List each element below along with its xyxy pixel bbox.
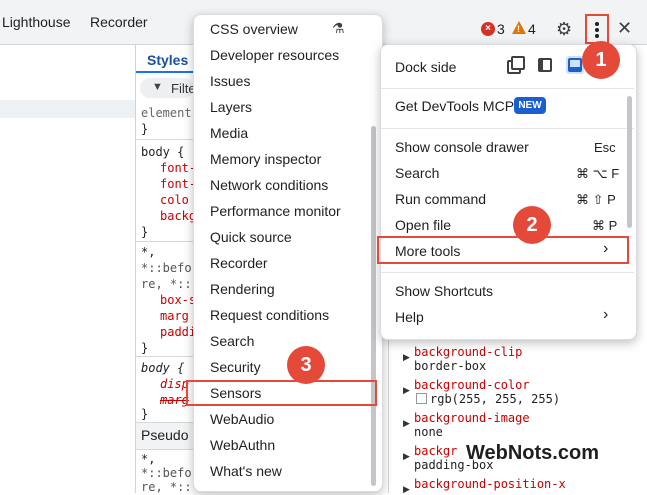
expand-triangle-icon[interactable]: ▶ xyxy=(403,418,410,429)
more-tools-highlight-box xyxy=(377,236,629,264)
sensors-highlight-box xyxy=(186,380,377,406)
filter-placeholder: Filte xyxy=(171,81,196,96)
style-line: *, xyxy=(141,245,156,259)
computed-prop-value: border-box xyxy=(414,359,487,373)
style-line: } xyxy=(141,122,149,136)
computed-prop-value: none xyxy=(414,425,443,439)
submenu-item-performance-monitor[interactable]: Performance monitor xyxy=(210,203,341,219)
expand-triangle-icon[interactable]: ▶ xyxy=(403,484,410,495)
submenu-item-whats-new[interactable]: What's new xyxy=(210,463,282,479)
step-callout-2: 2 xyxy=(513,206,551,244)
menu-item-search[interactable]: Search xyxy=(395,165,439,181)
submenu-item-issues[interactable]: Issues xyxy=(210,73,250,89)
submenu-item-network-conditions[interactable]: Network conditions xyxy=(210,177,328,193)
style-line: font- xyxy=(160,177,197,191)
tab-lighthouse[interactable]: Lighthouse xyxy=(2,14,71,30)
site-watermark: WebNots.com xyxy=(466,442,599,464)
kebab-dot xyxy=(595,28,599,32)
menu-item-help[interactable]: Help xyxy=(395,309,424,325)
style-line: } xyxy=(141,225,149,239)
close-icon[interactable]: ✕ xyxy=(617,18,632,39)
computed-prop-value: rgb(255, 255, 255) xyxy=(430,392,561,406)
style-line: marg xyxy=(160,309,189,323)
submenu-item-webauthn[interactable]: WebAuthn xyxy=(210,437,275,453)
submenu-scrollbar[interactable] xyxy=(371,126,376,486)
rule-divider xyxy=(136,241,194,242)
menu-shortcut: ⌘ ⇧ P xyxy=(576,192,616,207)
new-badge: NEW xyxy=(514,97,546,114)
submenu-item-css-overview[interactable]: CSS overview xyxy=(210,21,298,37)
menu-separator xyxy=(381,128,634,129)
filter-icon: ▼ xyxy=(152,81,163,93)
kebab-dot xyxy=(595,22,599,26)
error-count[interactable]: 3 xyxy=(497,21,505,37)
expand-triangle-icon[interactable]: ▶ xyxy=(403,352,410,363)
style-line: colo xyxy=(160,193,189,207)
pseudo-label: Pseudo xyxy=(141,427,189,443)
submenu-item-layers[interactable]: Layers xyxy=(210,99,252,115)
style-line: element xyxy=(141,106,192,120)
submenu-item-webaudio[interactable]: WebAudio xyxy=(210,411,274,427)
submenu-item-recorder[interactable]: Recorder xyxy=(210,255,268,271)
menu-shortcut: ⌘ P xyxy=(592,218,618,233)
menu-item-run-command[interactable]: Run command xyxy=(395,191,486,207)
rule-divider xyxy=(136,139,194,140)
style-line: } xyxy=(141,341,149,355)
rule-divider xyxy=(136,356,194,357)
error-circle-icon[interactable]: × xyxy=(481,22,495,36)
color-swatch[interactable] xyxy=(416,393,427,404)
style-line: re, *:: xyxy=(141,277,192,291)
style-line: backg xyxy=(160,209,197,223)
submenu-item-media[interactable]: Media xyxy=(210,125,248,141)
submenu-item-memory-inspector[interactable]: Memory inspector xyxy=(210,151,321,167)
style-line: marg xyxy=(160,393,189,407)
menu-shortcut: ⌘ ⌥ F xyxy=(576,166,620,181)
style-line: font- xyxy=(160,161,197,175)
style-line: *::befo xyxy=(141,261,192,275)
chevron-right-icon: › xyxy=(603,306,609,323)
styles-tab-label: Styles xyxy=(147,52,189,68)
style-line: disp xyxy=(160,377,189,391)
menu-scrollbar[interactable] xyxy=(627,96,632,228)
get-devtools-mcp-item[interactable]: Get DevTools MCP xyxy=(395,98,514,114)
expand-triangle-icon[interactable]: ▶ xyxy=(403,385,410,396)
submenu-item-rendering[interactable]: Rendering xyxy=(210,281,275,297)
style-line: } xyxy=(141,407,149,421)
style-line: box-s xyxy=(160,293,197,307)
flask-icon: ⚗ xyxy=(332,20,345,36)
menu-item-open-file[interactable]: Open file xyxy=(395,217,451,233)
dock-left-icon[interactable] xyxy=(538,58,552,72)
style-line: body { xyxy=(141,361,185,375)
submenu-item-security[interactable]: Security xyxy=(210,359,261,375)
computed-prop-name: background-position-x xyxy=(414,477,566,491)
warning-count[interactable]: 4 xyxy=(528,21,536,37)
style-line: paddi xyxy=(160,325,197,339)
menu-separator xyxy=(381,88,634,89)
step-callout-3: 3 xyxy=(287,346,325,384)
menu-item-show-console-drawer[interactable]: Show console drawer xyxy=(395,139,529,155)
selected-node-row[interactable] xyxy=(0,100,135,118)
dock-undock-icon-back xyxy=(511,56,525,70)
submenu-item-request-conditions[interactable]: Request conditions xyxy=(210,307,329,323)
menu-item-show-shortcuts[interactable]: Show Shortcuts xyxy=(395,283,493,299)
submenu-item-search[interactable]: Search xyxy=(210,333,254,349)
submenu-item-developer-resources[interactable]: Developer resources xyxy=(210,47,339,63)
menu-separator xyxy=(381,272,634,273)
gear-icon[interactable]: ⚙ xyxy=(556,19,572,40)
dock-side-label: Dock side xyxy=(395,59,457,75)
step-callout-1: 1 xyxy=(582,41,620,79)
tab-recorder[interactable]: Recorder xyxy=(90,14,148,30)
menu-shortcut: Esc xyxy=(594,140,616,155)
kebab-dot xyxy=(595,34,599,38)
expand-triangle-icon[interactable]: ▶ xyxy=(403,451,410,462)
dock-bottom-icon[interactable] xyxy=(568,58,582,72)
style-line: body { xyxy=(141,145,185,159)
warning-mark: ! xyxy=(517,24,520,34)
submenu-item-quick-source[interactable]: Quick source xyxy=(210,229,292,245)
